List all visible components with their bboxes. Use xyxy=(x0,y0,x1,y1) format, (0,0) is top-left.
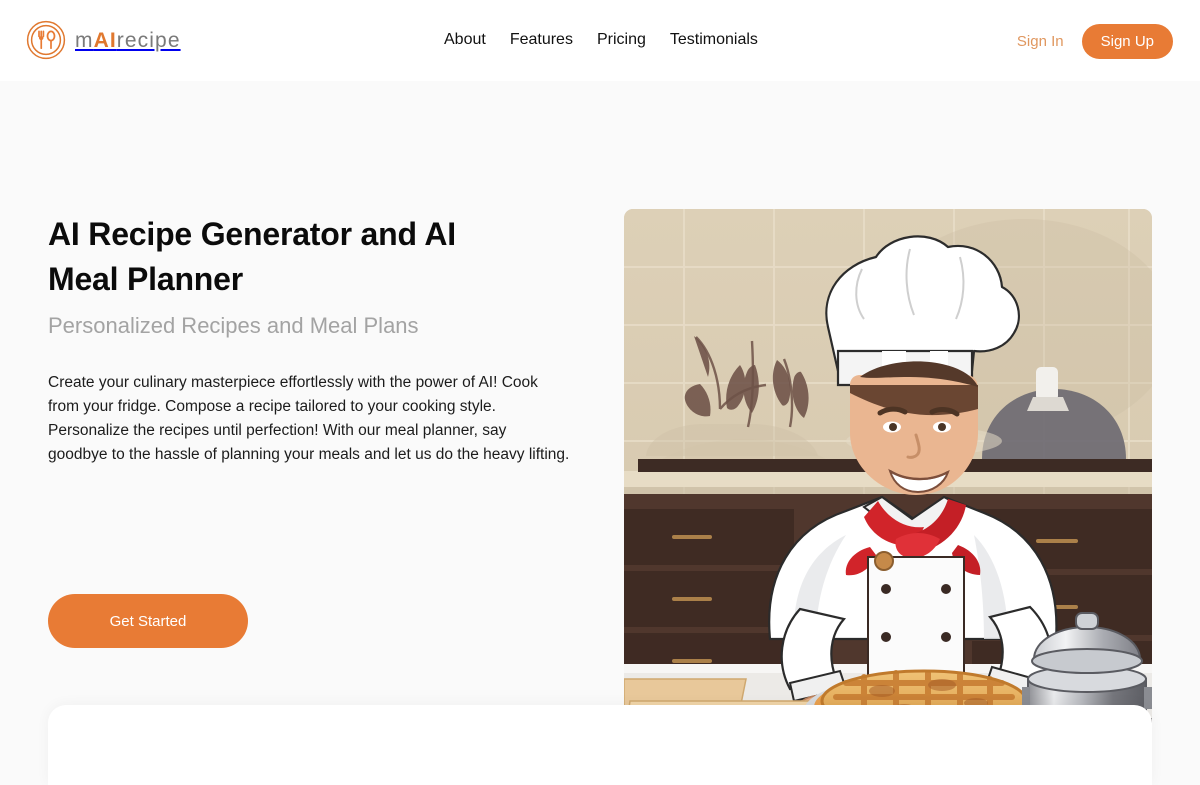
sign-up-button[interactable]: Sign Up xyxy=(1081,24,1173,59)
brand-name-prefix: m xyxy=(75,28,94,52)
nav-item-pricing[interactable]: Pricing xyxy=(597,28,646,52)
sign-in-link[interactable]: Sign In xyxy=(1017,24,1064,59)
hero-section: AI Recipe Generator and AI Meal Planner … xyxy=(0,81,1200,750)
nav-item-testimonials[interactable]: Testimonials xyxy=(670,28,758,52)
hero-copy: AI Recipe Generator and AI Meal Planner … xyxy=(48,212,578,648)
brand-logo[interactable]: mAIrecipe xyxy=(26,20,181,60)
nav-item-about[interactable]: About xyxy=(444,28,486,52)
brand-name-suffix: recipe xyxy=(116,28,181,52)
hero-illustration xyxy=(624,209,1152,736)
next-section-card xyxy=(48,705,1152,785)
fork-spoon-circle-icon xyxy=(26,20,66,60)
main-navigation: About Features Pricing Testimonials xyxy=(444,28,758,52)
hero-subtitle: Personalized Recipes and Meal Plans xyxy=(48,313,419,338)
auth-actions: Sign In Sign Up xyxy=(1017,24,1173,59)
nav-item-features[interactable]: Features xyxy=(510,28,573,52)
brand-name: mAIrecipe xyxy=(75,30,181,51)
brand-name-accent: AI xyxy=(93,28,117,52)
hero-description: Create your culinary masterpiece effortl… xyxy=(48,374,570,463)
chef-illustration-svg xyxy=(624,209,1152,736)
site-header: mAIrecipe About Features Pricing Testimo… xyxy=(0,0,1200,81)
get-started-button[interactable]: Get Started xyxy=(48,594,248,648)
page-title: AI Recipe Generator and AI Meal Planner xyxy=(48,216,456,297)
